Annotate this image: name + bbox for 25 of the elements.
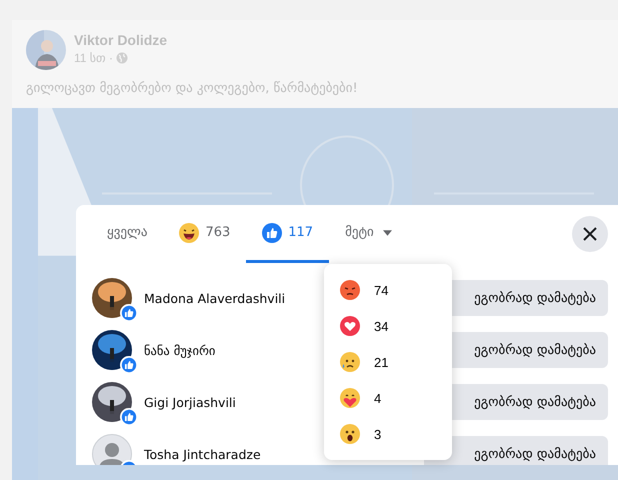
person-name[interactable]: ნანა მუჯირი — [144, 342, 216, 358]
close-button[interactable] — [572, 216, 608, 252]
reaction-tab[interactable]: 117 — [246, 205, 330, 263]
reaction-count: 21 — [374, 354, 388, 370]
globe-icon — [116, 52, 128, 64]
reaction-tab[interactable]: მეტი — [329, 205, 408, 263]
post-text: გილოცავთ მეგობრებო და კოლეგებო, წარმატებები! — [25, 80, 359, 98]
person-name[interactable]: Madona Alaverdashvili — [144, 290, 286, 306]
default-avatar-icon[interactable] — [92, 434, 132, 465]
reaction-count: 34 — [374, 318, 388, 334]
person-name[interactable]: Gigi Jorjiashvili — [144, 394, 236, 410]
close-icon — [583, 227, 597, 241]
caret-icon — [382, 230, 392, 236]
reaction-count: 74 — [374, 282, 388, 298]
reaction-count: 3 — [374, 426, 382, 442]
laughing-emoji-icon — [179, 222, 200, 242]
surprised-emoji-icon[interactable] — [340, 424, 360, 444]
reaction-tab[interactable]: ყველა — [91, 205, 164, 263]
person-name[interactable]: Tosha Jintcharadze — [144, 446, 261, 462]
angry-emoji-icon[interactable] — [340, 280, 360, 300]
thumbs-up-icon — [262, 222, 282, 242]
crying-emoji-icon[interactable] — [340, 352, 360, 372]
reaction-count: 4 — [374, 390, 382, 406]
hugging-emoji-icon[interactable] — [340, 388, 360, 408]
reaction-tab[interactable]: 763 — [163, 205, 246, 263]
